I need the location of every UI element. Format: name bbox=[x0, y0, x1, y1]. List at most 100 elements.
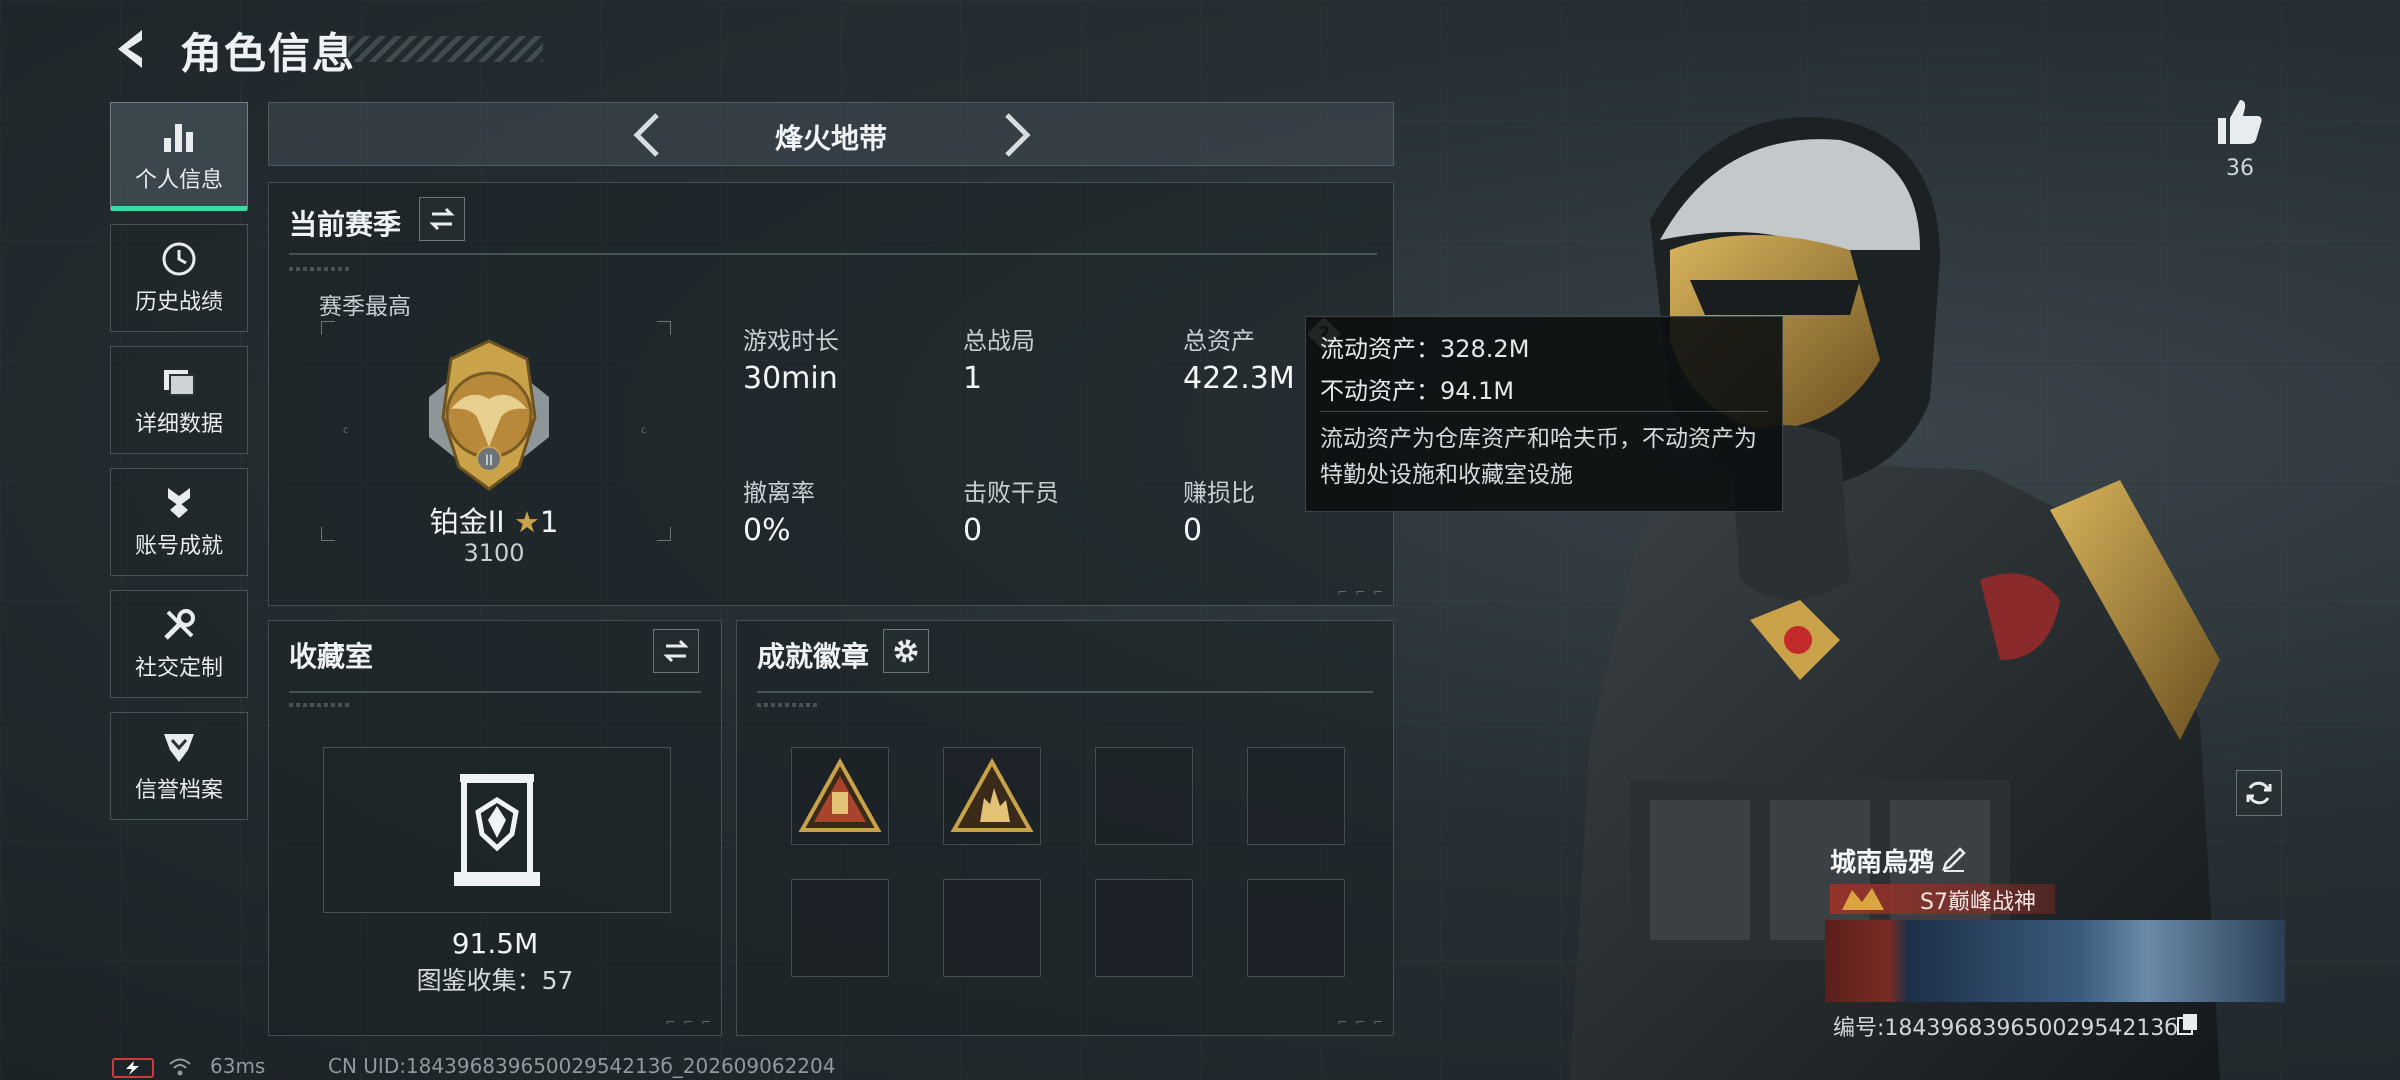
page-title: 角色信息 bbox=[180, 29, 357, 78]
collection-value: 91.5M bbox=[451, 927, 539, 960]
folder-icon bbox=[164, 370, 195, 396]
clock-icon bbox=[162, 242, 196, 276]
badge-slot-empty[interactable] bbox=[943, 879, 1041, 977]
tools-icon bbox=[164, 609, 195, 640]
sidebar-item-achievements[interactable]: 账号成就 bbox=[110, 468, 248, 576]
player-name-card[interactable] bbox=[1825, 920, 2285, 1002]
sidebar-item-detailed-data[interactable]: 详细数据 bbox=[110, 346, 248, 454]
season-best-label: 赛季最高 bbox=[319, 294, 411, 320]
rank-stars: 1 bbox=[539, 505, 559, 539]
collection-panel: 收藏室 91.5M 图鉴收集：57 ⌐ ⌐ ⌐ bbox=[268, 620, 722, 1036]
stat-label-kills: 击败干员 bbox=[963, 479, 1059, 507]
thumbs-up-icon[interactable] bbox=[2214, 96, 2266, 148]
title-decoration bbox=[348, 36, 543, 62]
achievements-title: 成就徽章 bbox=[757, 640, 870, 673]
rotate-icon bbox=[2246, 781, 2272, 805]
divider-ticks bbox=[289, 703, 349, 707]
svg-text:c: c bbox=[641, 425, 647, 436]
medal-icon bbox=[168, 488, 190, 518]
divider bbox=[757, 691, 1373, 693]
title-emblem-icon bbox=[1842, 888, 1884, 910]
season-title: 当前赛季 bbox=[289, 208, 402, 241]
stat-label-profit-ratio: 赚损比 bbox=[1183, 479, 1255, 507]
badge-slot-empty[interactable] bbox=[1095, 879, 1193, 977]
rank-score: 3100 bbox=[463, 539, 525, 567]
badge-slot-empty[interactable] bbox=[1095, 747, 1193, 845]
corner-decoration: ⌐ ⌐ ⌐ bbox=[665, 1015, 713, 1029]
svg-text:II: II bbox=[485, 453, 493, 469]
swap-icon bbox=[663, 639, 689, 663]
back-arrow-icon[interactable] bbox=[112, 26, 154, 72]
edit-pencil-icon[interactable] bbox=[1940, 845, 1968, 873]
divider bbox=[1320, 411, 1768, 412]
stat-value-kills: 0 bbox=[963, 513, 983, 548]
tooltip-liquid-assets: 流动资产：328.2M bbox=[1320, 335, 1530, 363]
copy-icon[interactable] bbox=[2176, 1012, 2200, 1036]
divider bbox=[289, 253, 1377, 255]
vault-icon bbox=[454, 774, 540, 886]
stat-label-total-matches: 总战局 bbox=[963, 327, 1035, 355]
badge-squad-icon bbox=[950, 758, 1034, 832]
badge-slot-empty[interactable] bbox=[791, 879, 889, 977]
stat-value-total-matches: 1 bbox=[963, 361, 983, 396]
sidebar-item-history[interactable]: 历史战绩 bbox=[110, 224, 248, 332]
assets-tooltip: 流动资产：328.2M 不动资产：94.1M 流动资产为仓库资产和哈夫币，不动资… bbox=[1305, 316, 1783, 512]
badge-slot[interactable] bbox=[943, 747, 1041, 845]
rotate-model-button[interactable] bbox=[2236, 770, 2282, 816]
charging-bolt-icon bbox=[126, 1061, 139, 1075]
stat-label-total-assets: 总资产 bbox=[1183, 327, 1255, 355]
badge-slot-empty[interactable] bbox=[1247, 747, 1345, 845]
swap-icon bbox=[429, 207, 455, 231]
gear-icon bbox=[894, 639, 918, 663]
badge-triangle-icon bbox=[798, 758, 882, 832]
season-panel: 当前赛季 赛季最高 c c II 铂金II ★1 3100 游戏时长 30min… bbox=[268, 182, 1394, 606]
sidebar-item-label: 详细数据 bbox=[134, 412, 223, 437]
achievements-settings-button[interactable] bbox=[883, 629, 929, 673]
divider bbox=[289, 691, 701, 693]
stat-value-profit-ratio: 0 bbox=[1183, 513, 1203, 548]
collection-catalog: 图鉴收集：57 bbox=[416, 966, 574, 995]
sidebar-item-label: 信誉档案 bbox=[134, 778, 223, 803]
battery-icon bbox=[112, 1058, 154, 1078]
sidebar-item-label: 个人信息 bbox=[134, 168, 223, 193]
network-ping: 63ms bbox=[210, 1054, 266, 1078]
next-mode-arrow-icon[interactable] bbox=[991, 109, 1041, 161]
sidebar-item-social[interactable]: 社交定制 bbox=[110, 590, 248, 698]
stat-value-extract-rate: 0% bbox=[743, 513, 791, 548]
shield-icon bbox=[164, 734, 194, 762]
sidebar-item-label: 社交定制 bbox=[134, 656, 223, 681]
tooltip-description: 流动资产为仓库资产和哈夫币，不动资产为特勤处设施和收藏室设施 bbox=[1320, 426, 1757, 488]
collection-switch-button[interactable] bbox=[653, 629, 699, 673]
stat-label-playtime: 游戏时长 bbox=[743, 327, 839, 355]
corner-decoration: ⌐ ⌐ ⌐ bbox=[1337, 585, 1385, 599]
tooltip-fixed-assets: 不动资产：94.1M bbox=[1320, 377, 1515, 405]
badge-slot-empty[interactable] bbox=[1247, 879, 1345, 977]
sidebar-item-label: 历史战绩 bbox=[134, 290, 223, 315]
rank-name: 铂金II bbox=[429, 505, 505, 539]
player-uid: 编号:18439683965002954213б bbox=[1833, 1016, 2178, 1041]
star-icon: ★ bbox=[513, 505, 540, 539]
svg-text:c: c bbox=[343, 425, 349, 436]
divider-ticks bbox=[757, 703, 817, 707]
achievements-panel: 成就徽章 ⌐ ⌐ ⌐ bbox=[736, 620, 1394, 1036]
like-count: 36 bbox=[2226, 156, 2254, 181]
mode-name: 烽火地带 bbox=[774, 122, 887, 155]
mode-selector: 烽火地带 bbox=[268, 102, 1394, 166]
sidebar-item-label: 账号成就 bbox=[134, 534, 223, 559]
stat-value-total-assets: 422.3M bbox=[1183, 361, 1295, 396]
collection-preview[interactable] bbox=[323, 747, 671, 913]
season-switch-button[interactable] bbox=[419, 197, 465, 241]
stat-label-extract-rate: 撤离率 bbox=[743, 479, 815, 507]
wifi-icon bbox=[169, 1058, 191, 1076]
sidebar-item-reputation[interactable]: 信誉档案 bbox=[110, 712, 248, 820]
player-title-badge: S7巅峰战神 bbox=[1920, 890, 2036, 915]
cn-uid: CN UID:18439683965002954213б_20260906220… bbox=[328, 1054, 836, 1078]
badge-slot[interactable] bbox=[791, 747, 889, 845]
divider-ticks bbox=[289, 267, 349, 271]
corner-decoration: ⌐ ⌐ ⌐ bbox=[1337, 1015, 1385, 1029]
stat-value-playtime: 30min bbox=[743, 361, 838, 396]
sidebar-item-personal-info[interactable]: 个人信息 bbox=[110, 102, 248, 211]
rank-emblem-icon: II bbox=[429, 339, 549, 491]
bar-chart-icon bbox=[164, 124, 193, 152]
rank-name-row: 铂金II ★1 bbox=[329, 499, 659, 541]
